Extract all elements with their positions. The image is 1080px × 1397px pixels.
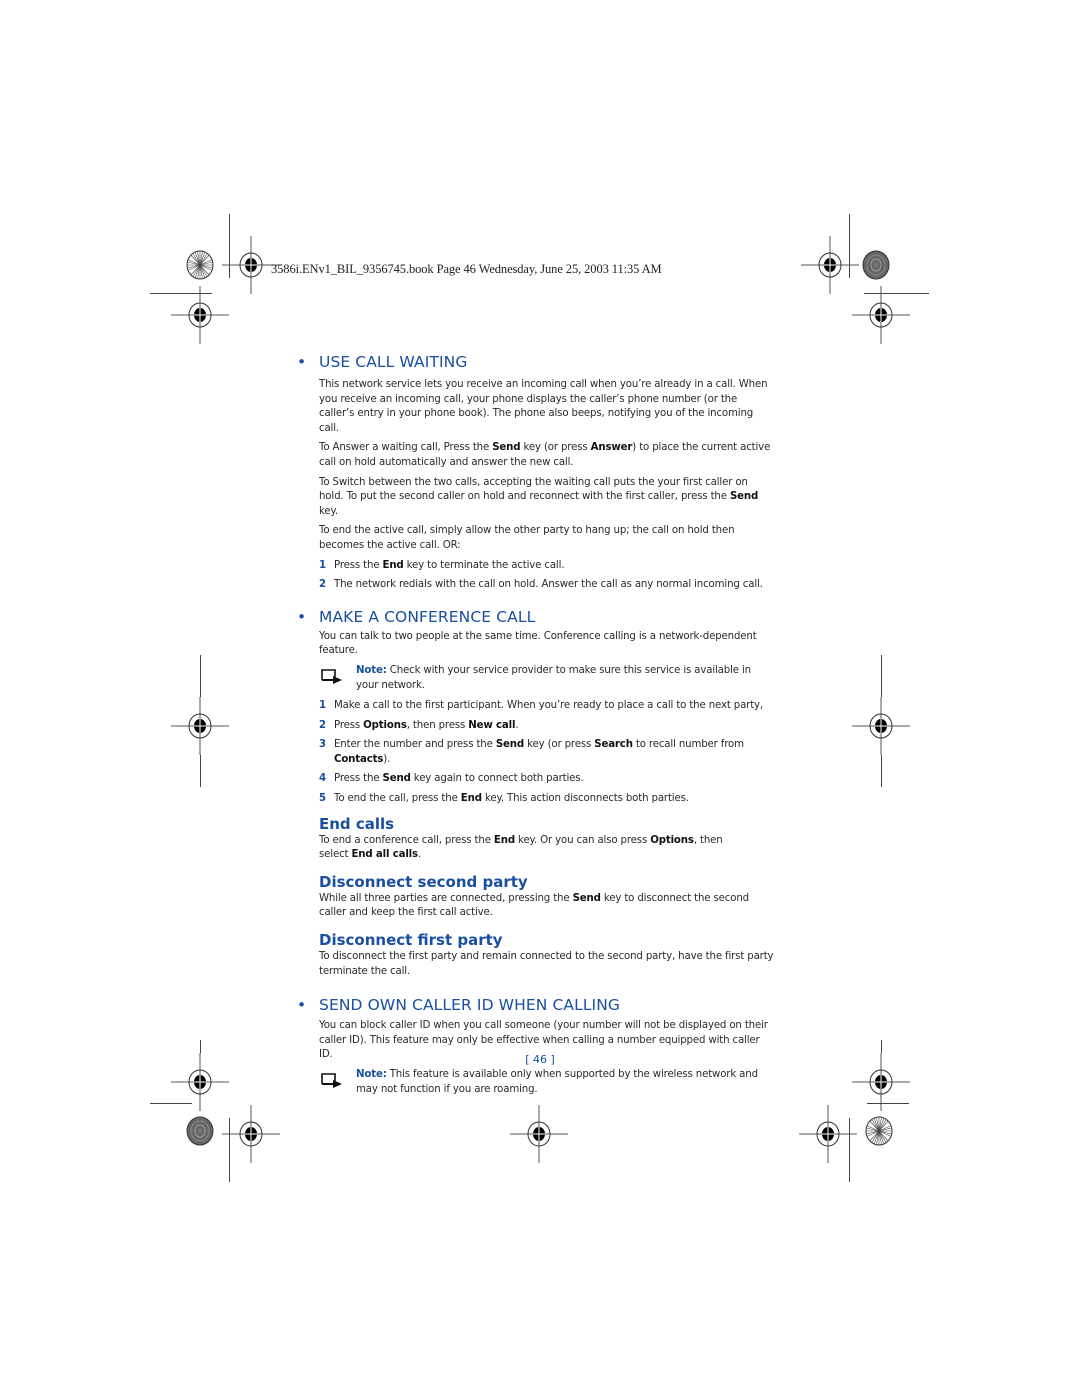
crop-mark [150, 1103, 192, 1104]
paragraph: While all three parties are connected, p… [319, 892, 749, 919]
note-box: Note: Check with your service provider t… [319, 664, 774, 693]
list-item: 1 Press the End key to terminate the act… [319, 559, 565, 571]
subsection-heading: Disconnect second party [319, 872, 528, 891]
crop-mark [881, 655, 882, 697]
list-item: 1 Make a call to the first participant. … [319, 700, 764, 712]
paragraph: This network service lets you receive an… [319, 379, 768, 434]
crosshair-registration-icon [801, 236, 859, 294]
crosshair-registration-icon [171, 286, 229, 344]
crop-mark [881, 755, 882, 787]
paragraph: To Switch between the two calls, accepti… [319, 476, 759, 517]
crosshair-registration-icon [171, 697, 229, 755]
subsection-heading: Disconnect first party [319, 931, 503, 950]
starburst-registration-icon [865, 1116, 893, 1146]
starburst-registration-icon [186, 250, 214, 280]
bullet-icon: • [297, 996, 307, 1015]
page-number: [ 46 ] [525, 1053, 555, 1066]
section-conference-call: • MAKE A CONFERENCE CALL You can talk to… [297, 607, 774, 807]
crosshair-registration-icon [222, 1105, 280, 1163]
crosshair-registration-icon [852, 697, 910, 755]
paragraph: You can talk to two people at the same t… [319, 630, 757, 657]
crosshair-registration-icon [510, 1105, 568, 1163]
crosshair-registration-icon [852, 286, 910, 344]
gray-disc-registration-icon [186, 1116, 214, 1146]
steps-list: 1 Make a call to the first participant. … [319, 699, 774, 807]
note-arrow-icon [321, 1073, 342, 1088]
subsection-end-calls: End calls To end a conference call, pres… [319, 815, 774, 863]
crop-mark [200, 755, 201, 787]
section-call-waiting: • USE CALL WAITING This network service … [297, 352, 774, 593]
list-item: 3 Enter the number and press the Send ke… [319, 739, 744, 765]
section-heading: • MAKE A CONFERENCE CALL [297, 607, 536, 626]
paragraph: To disconnect the first party and remain… [319, 951, 774, 977]
list-item: 2 The network redials with the call on h… [319, 579, 763, 591]
note-box: Note: This feature is available only whe… [319, 1068, 774, 1097]
file-info-header: 3586i.ENv1_BIL_9356745.book Page 46 Wedn… [271, 262, 662, 276]
crop-mark [881, 1040, 882, 1053]
crop-mark [867, 1103, 909, 1104]
section-heading: • SEND OWN CALLER ID WHEN CALLING [297, 996, 621, 1015]
paragraph: To end the active call, simply allow the… [319, 525, 735, 551]
subsection-disconnect-second-party: Disconnect second party While all three … [319, 873, 774, 921]
gray-disc-registration-icon [862, 250, 890, 280]
subsection-heading: End calls [319, 814, 395, 833]
section-caller-id: • SEND OWN CALLER ID WHEN CALLING You ca… [297, 995, 774, 1097]
crop-mark [200, 1040, 201, 1053]
section-heading: • USE CALL WAITING [297, 353, 468, 371]
steps-list: 1 Press the End key to terminate the act… [319, 559, 774, 593]
crop-mark [229, 1118, 230, 1182]
subsection-disconnect-first-party: Disconnect first party To disconnect the… [319, 931, 774, 979]
paragraph: To Answer a waiting call, Press the Send… [319, 442, 771, 468]
page-content: • USE CALL WAITING This network service … [297, 352, 774, 1097]
paragraph: To end a conference call, press the End … [319, 834, 723, 861]
crop-mark [200, 655, 201, 697]
note-arrow-icon [321, 669, 342, 684]
list-item: 5 To end the call, press the End key. Th… [319, 793, 689, 805]
crop-mark [849, 1118, 850, 1182]
bullet-icon: • [297, 353, 307, 371]
bullet-icon: • [297, 607, 307, 626]
list-item: 2 Press Options, then press New call. [319, 719, 519, 731]
list-item: 4 Press the Send key again to connect bo… [319, 773, 584, 785]
